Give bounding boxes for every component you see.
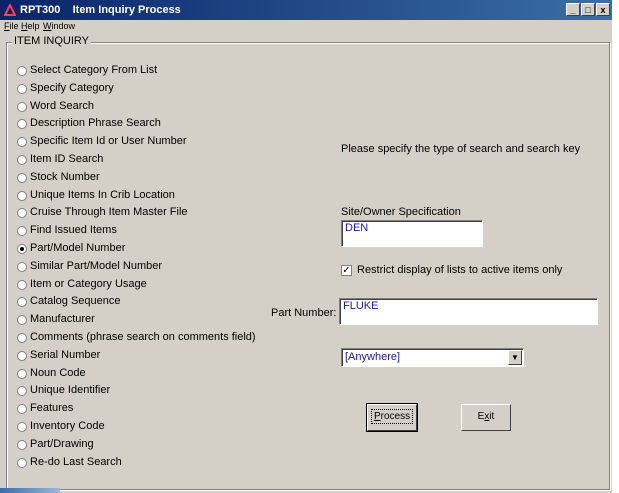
search-type-option[interactable]: Comments (phrase search on comments fiel… xyxy=(17,329,256,345)
search-type-label: Re-do Last Search xyxy=(30,455,122,468)
close-button[interactable]: x xyxy=(596,3,610,16)
search-type-option[interactable]: Word Search xyxy=(17,98,94,114)
search-type-option[interactable]: Features xyxy=(17,400,74,416)
search-type-label: Stock Number xyxy=(30,170,100,183)
search-type-option[interactable]: Re-do Last Search xyxy=(17,454,122,470)
search-type-label: Item or Category Usage xyxy=(30,277,147,290)
match-position-value: [Anywhere] xyxy=(345,351,401,363)
radio-button-icon[interactable] xyxy=(17,279,27,290)
radio-button-icon[interactable] xyxy=(17,261,27,272)
maximize-button[interactable]: □ xyxy=(581,3,595,16)
part-number-input[interactable]: FLUKE xyxy=(339,298,598,325)
search-type-label: Part/Drawing xyxy=(30,437,94,450)
radio-button-icon[interactable] xyxy=(17,101,27,112)
radio-button-icon[interactable] xyxy=(17,368,27,379)
search-type-label: Inventory Code xyxy=(30,420,105,432)
window-title: RPT300 Item Inquiry Process xyxy=(20,4,181,16)
search-type-option[interactable]: Specify Category xyxy=(17,80,114,96)
search-type-label: Noun Code xyxy=(30,366,86,379)
search-type-label: Find Issued Items xyxy=(30,224,117,237)
exit-button[interactable]: Exit xyxy=(461,404,511,431)
radio-button-icon[interactable] xyxy=(17,439,27,450)
search-type-label: Similar Part/Model Number xyxy=(30,259,163,272)
search-type-label: Catalog Sequence xyxy=(30,295,121,308)
search-type-label: Description Phrase Search xyxy=(30,117,161,130)
restrict-active-label: Restrict display of lists to active item… xyxy=(357,264,563,276)
search-type-option[interactable]: Cruise Through Item Master File xyxy=(17,204,188,220)
radio-button-icon[interactable] xyxy=(17,155,27,165)
site-owner-input[interactable]: DEN xyxy=(341,220,483,247)
instruction-text: Please specify the type of search and se… xyxy=(341,143,581,155)
search-type-label: Item ID Search xyxy=(30,153,104,165)
search-type-label: Cruise Through Item Master File xyxy=(30,206,188,219)
search-type-option[interactable]: Similar Part/Model Number xyxy=(17,258,163,274)
radio-button-icon[interactable] xyxy=(17,172,27,183)
minimize-button[interactable]: _ xyxy=(566,3,580,16)
part-number-label: Part Number: xyxy=(271,307,337,319)
radio-button-icon[interactable] xyxy=(17,66,27,76)
search-type-option[interactable]: Description Phrase Search xyxy=(17,115,161,131)
search-type-option[interactable]: Item ID Search xyxy=(17,151,104,167)
search-type-option[interactable]: Specific Item Id or User Number xyxy=(17,133,187,149)
radio-button-icon[interactable] xyxy=(17,457,27,468)
radio-button-icon[interactable] xyxy=(17,333,27,343)
site-owner-label: Site/Owner Specification xyxy=(341,206,461,218)
search-type-option[interactable]: Unique Identifier xyxy=(17,382,111,398)
item-inquiry-window: RPT300 Item Inquiry Process _ □ x File Hel… xyxy=(0,0,612,493)
search-type-label: Specific Item Id or User Number xyxy=(30,135,187,148)
search-type-option[interactable]: Select Category From List xyxy=(17,62,158,78)
search-type-label: Word Search xyxy=(30,99,94,112)
taskbar-edge xyxy=(0,488,60,493)
radio-button-icon[interactable] xyxy=(17,190,27,201)
restrict-active-checkbox[interactable]: ✓ xyxy=(341,265,352,276)
group-title: ITEM INQUIRY xyxy=(12,35,91,47)
search-type-label: Features xyxy=(30,402,74,415)
menu-bar: File Help Window xyxy=(0,20,612,34)
radio-button-icon[interactable] xyxy=(17,422,27,432)
search-type-option[interactable]: Part/Drawing xyxy=(17,436,94,452)
search-type-label: Manufacturer xyxy=(30,313,95,326)
chevron-down-icon[interactable]: ▼ xyxy=(508,350,522,365)
process-button-label: Process xyxy=(370,409,414,424)
search-type-label: Comments (phrase search on comments fiel… xyxy=(30,331,256,343)
search-type-option[interactable]: Stock Number xyxy=(17,169,100,185)
search-type-label: Select Category From List xyxy=(30,64,158,76)
search-type-label: Specify Category xyxy=(30,81,114,94)
menu-window[interactable]: Window xyxy=(43,21,75,31)
search-type-option[interactable]: Serial Number xyxy=(17,347,101,363)
menu-help[interactable]: Help xyxy=(21,21,40,31)
menu-file[interactable]: File xyxy=(4,21,19,31)
checkmark-icon: ✓ xyxy=(342,265,351,276)
radio-button-icon[interactable] xyxy=(17,350,27,361)
title-bar[interactable]: RPT300 Item Inquiry Process _ □ x xyxy=(0,0,612,20)
search-type-option[interactable]: Manufacturer xyxy=(17,311,95,327)
search-type-label: Part/Model Number xyxy=(30,242,126,254)
search-type-label: Unique Items In Crib Location xyxy=(30,188,175,201)
radio-button-icon[interactable] xyxy=(17,83,27,94)
match-position-select[interactable]: [Anywhere] ▼ xyxy=(341,348,524,367)
search-type-option[interactable]: Noun Code xyxy=(17,365,86,381)
process-button[interactable]: Process xyxy=(366,403,418,432)
radio-button-icon[interactable] xyxy=(17,244,27,254)
search-type-label: Unique Identifier xyxy=(30,384,111,397)
search-type-option[interactable]: Inventory Code xyxy=(17,418,105,434)
search-type-option[interactable]: Item or Category Usage xyxy=(17,276,147,292)
search-type-label: Serial Number xyxy=(30,348,101,361)
search-type-option[interactable]: Unique Items In Crib Location xyxy=(17,187,175,203)
search-type-option[interactable]: Catalog Sequence xyxy=(17,293,121,309)
search-type-option[interactable]: Part/Model Number xyxy=(17,240,126,256)
search-type-option[interactable]: Find Issued Items xyxy=(17,222,117,238)
app-logo-icon xyxy=(4,4,16,16)
exit-button-label: Exit xyxy=(477,411,495,422)
